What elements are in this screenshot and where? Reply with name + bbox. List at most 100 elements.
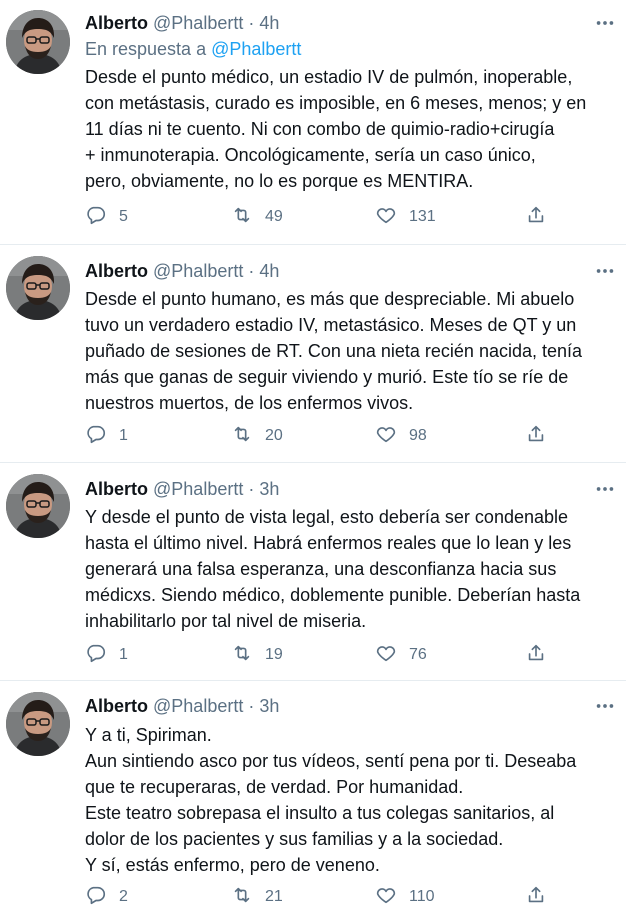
reply-button[interactable]: 2: [85, 884, 128, 910]
tweet-text-line: dolor de los pacientes y sus familias y …: [85, 829, 504, 849]
tweet-text-line: Y a ti, Spiriman.: [85, 725, 212, 745]
author-name[interactable]: Alberto: [85, 13, 148, 33]
share-button[interactable]: [525, 423, 547, 449]
avatar[interactable]: [6, 256, 70, 320]
action-bar: 1 20 98: [85, 423, 565, 449]
separator: ·: [248, 13, 255, 33]
tweet-text-line: puñado de sesiones de RT. Con una nieta …: [85, 341, 583, 361]
avatar[interactable]: [6, 474, 70, 538]
share-button[interactable]: [525, 884, 547, 910]
tweet-text-line: hasta el último nivel. Habrá enfermos re…: [85, 533, 572, 553]
action-bar: 5 49 131: [85, 204, 565, 230]
tweet-text-line: + inmunoterapia. Oncológicamente, sería …: [85, 145, 536, 165]
reply-count: 2: [119, 888, 128, 905]
heart-icon: [375, 884, 397, 911]
author-name[interactable]: Alberto: [85, 261, 148, 281]
tweet-text-line: inhabilitarlo por tal nivel de miseria.: [85, 611, 367, 631]
retweet-button[interactable]: 20: [231, 423, 283, 449]
reply-icon: [85, 204, 107, 231]
action-bar: 2 21 110: [85, 884, 565, 910]
author-name[interactable]: Alberto: [85, 479, 148, 499]
tweet-text: Desde el punto médico, un estadio IV de …: [85, 64, 615, 194]
timestamp[interactable]: 3h: [259, 696, 279, 716]
like-button[interactable]: 76: [375, 642, 427, 668]
tweet-text-line: generará una falsa esperanza, una descon…: [85, 559, 557, 579]
tweet-text: Desde el punto humano, es más que despre…: [85, 286, 615, 416]
like-count: 110: [409, 888, 435, 905]
avatar[interactable]: [6, 692, 70, 756]
author-name[interactable]: Alberto: [85, 696, 148, 716]
tweet-header: Alberto @Phalbertt · 4h: [85, 260, 279, 282]
heart-icon: [375, 204, 397, 231]
timestamp[interactable]: 4h: [259, 261, 279, 281]
heart-icon: [375, 642, 397, 669]
author-handle[interactable]: @Phalbertt: [153, 696, 243, 716]
timestamp[interactable]: 3h: [259, 479, 279, 499]
tweet-header: Alberto @Phalbertt · 4h: [85, 12, 279, 34]
reply-button[interactable]: 5: [85, 204, 128, 230]
retweet-count: 21: [265, 888, 283, 905]
tweet-text-line: nuestros muertos, de los enfermos vivos.: [85, 393, 414, 413]
tweet-text-line: pero, obviamente, no lo es porque es MEN…: [85, 171, 474, 191]
more-icon[interactable]: [594, 12, 616, 34]
reply-count: 1: [119, 646, 128, 663]
reply-button[interactable]: 1: [85, 642, 128, 668]
share-icon: [525, 423, 547, 450]
retweet-button[interactable]: 21: [231, 884, 283, 910]
separator: ·: [248, 479, 255, 499]
heart-icon: [375, 423, 397, 450]
like-count: 76: [409, 646, 427, 663]
reply-handle-link[interactable]: @Phalbertt: [211, 39, 301, 59]
share-icon: [525, 642, 547, 669]
tweet-text-line: tuvo un verdadero estadio IV, metastásic…: [85, 315, 577, 335]
tweet-divider: [0, 462, 626, 463]
separator: ·: [248, 696, 255, 716]
separator: ·: [248, 261, 255, 281]
reply-count: 5: [119, 208, 128, 225]
tweet-text: Y a ti, Spiriman. Aun sintiendo asco por …: [85, 722, 615, 878]
retweet-button[interactable]: 49: [231, 204, 283, 230]
share-button[interactable]: [525, 204, 547, 230]
reply-button[interactable]: 1: [85, 423, 128, 449]
tweet-header: Alberto @Phalbertt · 3h: [85, 695, 279, 717]
tweet-text-line: con metástasis, curado es imposible, en …: [85, 93, 587, 113]
reply-icon: [85, 423, 107, 450]
more-icon[interactable]: [594, 478, 616, 500]
share-button[interactable]: [525, 642, 547, 668]
share-icon: [525, 884, 547, 911]
like-count: 131: [409, 208, 436, 225]
reply-icon: [85, 884, 107, 911]
tweet-text-line: médicxs. Siendo médico, doblemente punib…: [85, 585, 581, 605]
retweet-icon: [231, 423, 253, 450]
timestamp[interactable]: 4h: [259, 13, 279, 33]
like-button[interactable]: 110: [375, 884, 435, 910]
tweet-divider: [0, 244, 626, 245]
tweet-text-line: Desde el punto médico, un estadio IV de …: [85, 67, 573, 87]
tweet-text-line: más que ganas de seguir viviendo y murió…: [85, 367, 569, 387]
share-icon: [525, 204, 547, 231]
avatar[interactable]: [6, 10, 70, 74]
reply-icon: [85, 642, 107, 669]
retweet-icon: [231, 884, 253, 911]
more-icon[interactable]: [594, 695, 616, 717]
author-handle[interactable]: @Phalbertt: [153, 13, 243, 33]
like-count: 98: [409, 427, 427, 444]
retweet-button[interactable]: 19: [231, 642, 283, 668]
tweet-divider: [0, 680, 626, 681]
tweet-text-line: Desde el punto humano, es más que despre…: [85, 289, 575, 309]
like-button[interactable]: 98: [375, 423, 427, 449]
tweet-text-line: que te recuperaras, de verdad. Por human…: [85, 777, 464, 797]
tweet-text-line: 11 días ni te cuento. Ni con combo de qu…: [85, 119, 555, 139]
author-handle[interactable]: @Phalbertt: [153, 479, 243, 499]
tweet-header: Alberto @Phalbertt · 3h: [85, 478, 279, 500]
reply-context: En respuesta a @Phalbertt: [85, 38, 301, 60]
tweet-text-line: Y sí, estás enfermo, pero de veneno.: [85, 855, 380, 875]
tweet-text-line: Y desde el punto de vista legal, esto de…: [85, 507, 569, 527]
more-icon[interactable]: [594, 260, 616, 282]
like-button[interactable]: 131: [375, 204, 436, 230]
reply-count: 1: [119, 427, 128, 444]
retweet-count: 20: [265, 427, 283, 444]
author-handle[interactable]: @Phalbertt: [153, 261, 243, 281]
tweet-text-line: Aun sintiendo asco por tus vídeos, sentí…: [85, 751, 577, 771]
retweet-count: 19: [265, 646, 283, 663]
